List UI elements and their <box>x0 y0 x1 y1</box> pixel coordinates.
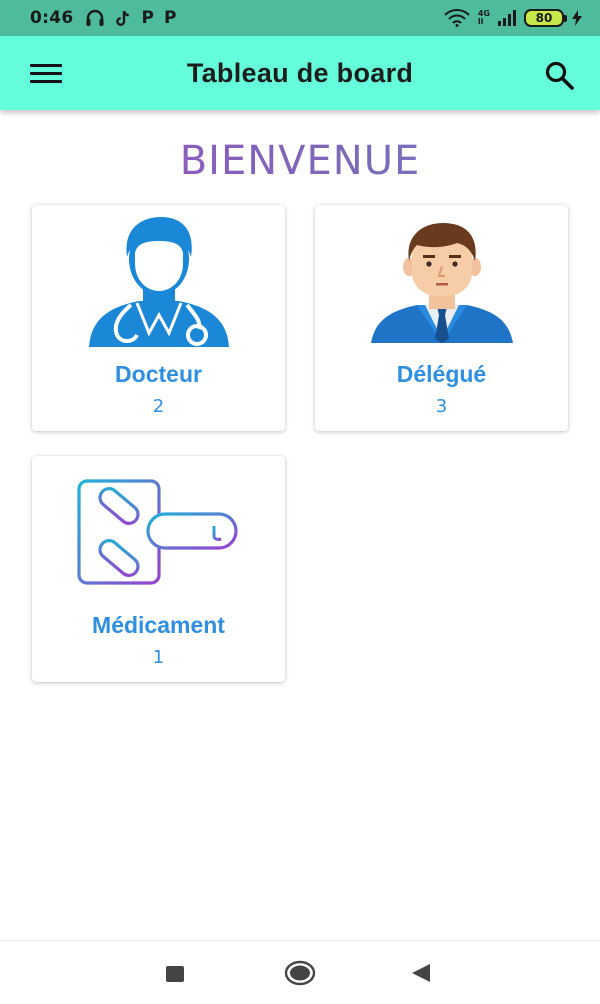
doctor-icon <box>32 215 285 347</box>
p-icon: P <box>163 8 177 28</box>
home-icon[interactable] <box>284 960 316 986</box>
back-icon[interactable] <box>410 963 432 983</box>
recents-icon[interactable] <box>165 965 185 983</box>
card-label: Médicament <box>92 612 225 638</box>
welcome-heading: BIENVENUE <box>0 138 600 184</box>
card-docteur[interactable]: Docteur 2 <box>32 205 285 431</box>
card-delegue[interactable]: Délégué 3 <box>315 205 568 431</box>
search-icon[interactable] <box>543 59 575 91</box>
network-label-bottom: ll <box>477 17 484 26</box>
page-title: Tableau de board <box>186 58 414 88</box>
card-count: 1 <box>152 647 165 668</box>
status-time: 0:46 <box>30 8 74 28</box>
card-count: 2 <box>152 396 165 417</box>
tiktok-icon <box>116 10 130 26</box>
headphones-icon <box>86 9 104 26</box>
system-icons: 4G ll 80 <box>444 9 582 27</box>
medication-icon <box>76 478 242 586</box>
battery-icon: 80 <box>524 9 567 27</box>
charging-icon <box>572 10 582 26</box>
signal-icon <box>498 10 516 26</box>
notification-icons: P P <box>85 8 176 28</box>
status-bar: 0:46 P P 4G ll 80 <box>0 0 600 36</box>
delegate-icon <box>315 221 568 343</box>
card-medicament[interactable]: Médicament 1 <box>32 456 285 682</box>
card-label: Docteur <box>115 361 202 387</box>
card-count: 3 <box>435 396 448 417</box>
wifi-icon <box>444 9 470 27</box>
network-type: 4G ll <box>478 10 490 26</box>
battery-level: 80 <box>535 11 553 25</box>
card-label: Délégué <box>396 361 487 387</box>
app-bar: Tableau de board <box>0 36 600 110</box>
p-icon: P <box>141 8 154 28</box>
navigation-bar <box>0 940 600 1004</box>
